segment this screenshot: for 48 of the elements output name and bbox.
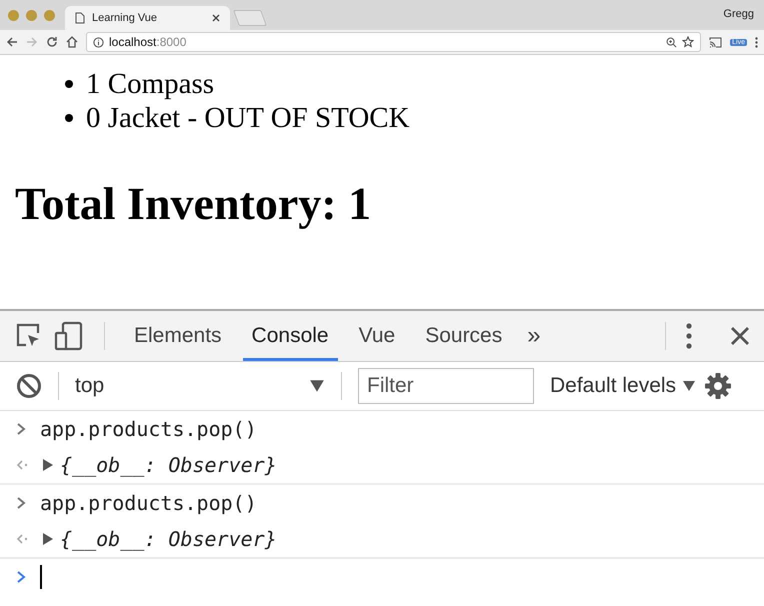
result-text[interactable]: {__ob__: Observer} — [60, 527, 277, 551]
back-icon[interactable] — [6, 36, 18, 48]
document-icon — [75, 12, 85, 24]
close-icon[interactable] — [730, 326, 750, 346]
chevron-icon — [16, 496, 26, 510]
list-item: 0 Jacket - OUT OF STOCK — [86, 102, 410, 134]
menu-icon[interactable] — [686, 323, 692, 349]
clear-console-icon[interactable] — [16, 373, 42, 399]
log-levels-dropdown[interactable]: Default levels — [542, 374, 696, 398]
profile-name[interactable]: Gregg — [723, 8, 754, 20]
inventory-heading: Total Inventory: 1 — [15, 177, 372, 230]
close-icon[interactable] — [212, 14, 220, 22]
tab-title: Learning Vue — [92, 12, 158, 24]
result-arrow-icon — [16, 533, 28, 545]
address-bar[interactable]: localhost:8000 — [86, 32, 702, 52]
prompt-icon — [16, 570, 26, 584]
more-tabs-button[interactable]: » — [527, 322, 541, 350]
info-icon — [93, 36, 104, 48]
dropdown-arrow-icon — [682, 379, 696, 393]
reload-icon[interactable] — [46, 36, 58, 48]
result-arrow-icon — [16, 459, 28, 471]
device-icon[interactable] — [54, 321, 84, 351]
command-text: app.products.pop() — [40, 417, 257, 441]
cast-icon[interactable] — [709, 36, 722, 48]
filter-field[interactable]: Filter — [358, 368, 534, 404]
browser-tab[interactable]: Learning Vue — [65, 6, 230, 30]
command-text: app.products.pop() — [40, 491, 257, 515]
menu-icon[interactable] — [755, 36, 758, 48]
devtools-tab[interactable]: Elements — [125, 311, 231, 361]
context-selector[interactable]: top — [75, 374, 325, 398]
dropdown-arrow-icon — [309, 378, 325, 394]
devtools-tab[interactable]: Vue — [350, 311, 404, 361]
star-icon[interactable] — [682, 36, 694, 48]
text-cursor — [40, 565, 42, 589]
home-icon[interactable] — [66, 36, 78, 48]
bullet-icon — [65, 114, 73, 122]
bullet-icon — [65, 80, 73, 88]
list-item: 1 Compass — [86, 68, 214, 100]
devtools-tab[interactable]: Console — [242, 311, 338, 361]
expand-triangle-icon[interactable] — [42, 532, 54, 546]
zoom-icon[interactable] — [666, 36, 678, 48]
devtools-tab[interactable]: Sources — [416, 311, 512, 361]
expand-triangle-icon[interactable] — [42, 458, 54, 472]
chevron-icon — [16, 422, 26, 436]
url-text: localhost:8000 — [109, 35, 186, 49]
settings-icon[interactable] — [704, 372, 732, 400]
result-text[interactable]: {__ob__: Observer} — [60, 453, 277, 477]
inspect-icon[interactable] — [16, 323, 42, 349]
